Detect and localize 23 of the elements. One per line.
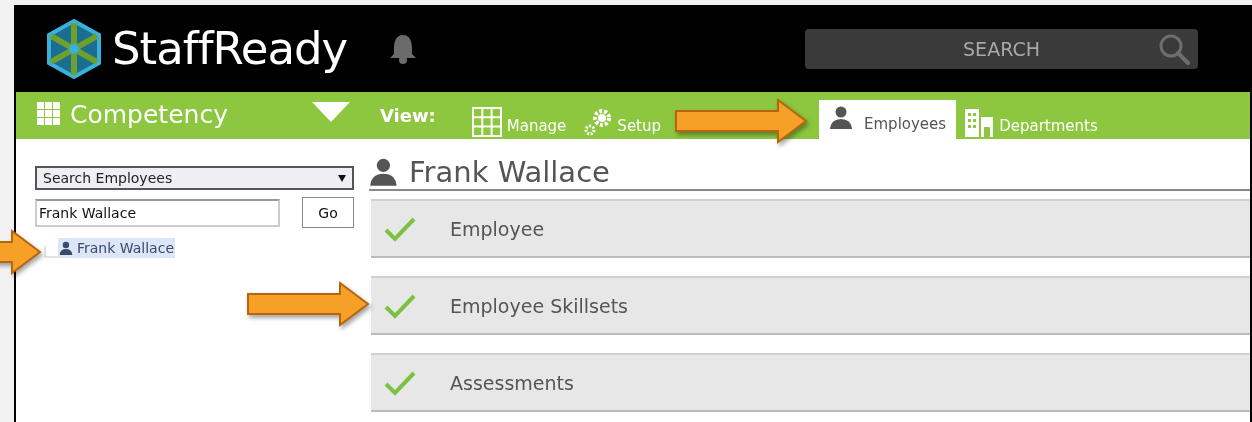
logo-icon [46, 17, 102, 80]
search-type-dropdown[interactable]: Search Employees [35, 166, 354, 190]
section-panel[interactable]: Employee [371, 199, 1250, 258]
search-icon [1158, 32, 1190, 65]
go-button[interactable]: Go [302, 197, 354, 228]
section-panel[interactable]: Assessments [371, 353, 1250, 412]
caret-icon [338, 174, 346, 182]
employee-name-title: Frank Wallace [409, 155, 610, 189]
app-name: StaffReady [112, 22, 348, 75]
employee-search-field[interactable]: Frank Wallace [35, 198, 280, 227]
module-title: Competency [70, 100, 228, 129]
grid-icon [471, 106, 502, 137]
view-tab[interactable]: Employees [819, 100, 957, 139]
tree-line-icon [44, 246, 58, 258]
grid-icon [37, 101, 61, 126]
gears-icon [582, 106, 613, 137]
tree-item[interactable]: Frank Wallace [58, 238, 175, 258]
person-icon [369, 157, 399, 187]
view-label: View: [379, 105, 436, 126]
search-field[interactable]: SEARCH [805, 28, 1198, 69]
dropdown-icon[interactable] [311, 101, 350, 122]
section-panel[interactable]: Employee Skillsets [371, 276, 1250, 335]
person-icon [59, 241, 73, 255]
